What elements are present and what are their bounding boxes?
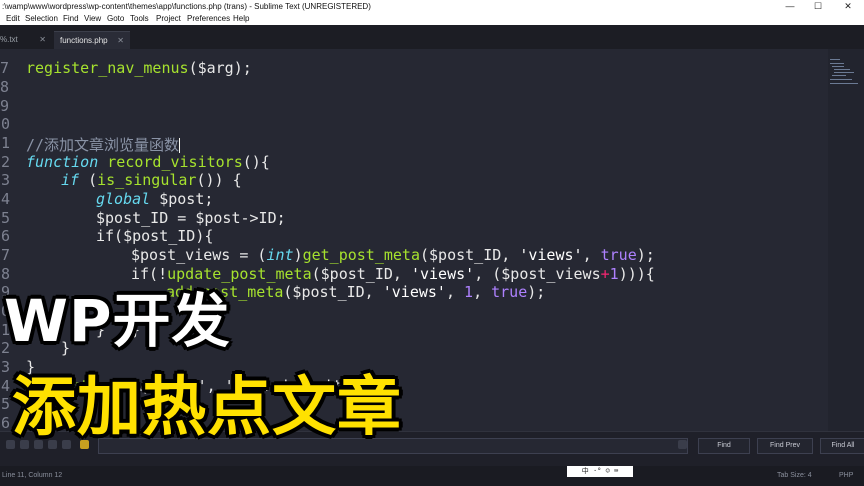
menu-tools[interactable]: Tools <box>130 13 149 25</box>
menu-help[interactable]: Help <box>233 13 249 25</box>
minimize-button[interactable]: — <box>776 0 804 13</box>
line-number: 8 <box>0 78 10 96</box>
title-bar: :\wamp\www\wordpress\wp-content\themes\a… <box>0 0 864 13</box>
line-number: 26 <box>0 414 11 431</box>
ime-toolbar[interactable]: 中 ·° ☺ ⌨ <box>567 466 633 477</box>
minimap-line <box>834 69 850 70</box>
code-line: if($post_ID){ <box>96 227 214 245</box>
overlay-title-line-1: WP开发 <box>4 287 231 355</box>
line-number: 14 <box>0 190 11 208</box>
minimap-line <box>834 72 854 73</box>
line-number: 25 <box>0 395 11 413</box>
minimap-line <box>832 66 844 67</box>
minimap-line <box>832 75 846 76</box>
minimap-line <box>830 83 858 84</box>
code-line: $post_ID = $post->ID; <box>96 209 286 227</box>
line-number: 24 <box>0 377 11 395</box>
menu-goto[interactable]: Goto <box>107 13 124 25</box>
menu-preferences[interactable]: Preferences <box>187 13 230 25</box>
menu-edit[interactable]: Edit <box>6 13 20 25</box>
minimap[interactable] <box>828 49 864 431</box>
find-button[interactable]: Find <box>698 438 750 454</box>
code-line: function record_visitors(){ <box>26 153 270 171</box>
line-number: 11 <box>0 134 11 152</box>
minimap-line <box>830 63 844 64</box>
tab-size-indicator[interactable]: Tab Size: 4 <box>777 466 812 486</box>
line-number: 15 <box>0 209 11 227</box>
window-title: :\wamp\www\wordpress\wp-content\themes\a… <box>2 2 371 11</box>
status-bar: Line 11, Column 12 Tab Size: 4 PHP <box>0 466 864 486</box>
tab-txt[interactable]: %.txt ✕ <box>0 31 52 49</box>
line-number: 7 <box>0 59 10 77</box>
menu-bar: Edit Selection Find View Goto Tools Proj… <box>0 13 864 25</box>
tab-bar: %.txt ✕ functions.php ✕ <box>0 25 864 50</box>
line-number: 23 <box>0 358 11 376</box>
tab-functions-php[interactable]: functions.php ✕ <box>54 31 130 50</box>
find-all-button[interactable]: Find All <box>820 438 864 454</box>
code-line: global $post; <box>96 190 214 208</box>
find-prev-button[interactable]: Find Prev <box>757 438 813 454</box>
tab-label: functions.php <box>60 36 108 45</box>
menu-selection[interactable]: Selection <box>25 13 58 25</box>
overlay-title-line-2: 添加热点文章 <box>12 371 402 445</box>
text-cursor <box>179 138 181 153</box>
code-line: //添加文章浏览量函数 <box>26 136 181 154</box>
line-number: 17 <box>0 246 11 264</box>
line-number: 16 <box>0 227 11 245</box>
line-number: 10 <box>0 115 11 133</box>
find-history-icon[interactable] <box>678 440 687 449</box>
close-button[interactable]: ✕ <box>834 0 862 13</box>
menu-find[interactable]: Find <box>63 13 79 25</box>
menu-project[interactable]: Project <box>156 13 181 25</box>
line-number: 9 <box>0 97 10 115</box>
maximize-button[interactable]: ☐ <box>804 0 832 13</box>
close-icon[interactable]: ✕ <box>117 32 124 50</box>
code-line: register_nav_menus($arg); <box>26 59 252 77</box>
minimap-line <box>830 79 852 80</box>
cursor-position: Line 11, Column 12 <box>2 472 63 479</box>
tab-label: %.txt <box>0 35 18 44</box>
syntax-indicator[interactable]: PHP <box>839 466 853 486</box>
close-icon[interactable]: ✕ <box>39 31 46 49</box>
menu-view[interactable]: View <box>84 13 101 25</box>
code-line: $post_views = (int)get_post_meta($post_I… <box>131 246 655 264</box>
minimap-line <box>830 59 840 60</box>
line-number: 12 <box>0 153 11 171</box>
code-line: if (is_singular()) { <box>61 171 242 189</box>
line-number: 13 <box>0 171 11 189</box>
